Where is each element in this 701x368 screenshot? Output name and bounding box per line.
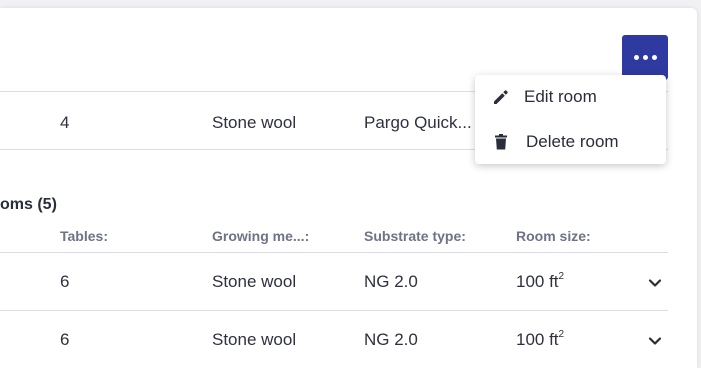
column-header-room-size: Room size: (516, 228, 591, 244)
row-room-size: 100 ft2 (516, 271, 565, 291)
unit-exponent: 2 (558, 329, 565, 341)
current-room-tables: 4 (60, 113, 70, 132)
unit-exponent: 2 (558, 271, 565, 283)
row-tables: 6 (60, 272, 70, 291)
rooms-card: 4 Stone wool Pargo Quick... oms (5) Tabl… (0, 8, 697, 368)
more-options-button[interactable] (622, 35, 668, 80)
pencil-icon (494, 90, 508, 104)
rooms-section-title: oms (5) (0, 196, 57, 213)
row-growing-medium: Stone wool (212, 272, 297, 291)
delete-room-menu-item[interactable]: Delete room (475, 120, 666, 164)
column-header-substrate-type: Substrate type: (364, 228, 466, 244)
edit-room-label: Edit room (524, 87, 597, 106)
row-substrate-type: NG 2.0 (364, 272, 418, 291)
trash-icon (495, 134, 507, 150)
room-actions-menu: Edit room Delete room (475, 75, 666, 164)
row-tables: 6 (60, 330, 70, 349)
ellipsis-horizontal-icon (632, 55, 659, 60)
delete-room-label: Delete room (526, 132, 619, 151)
column-header-growing-medium: Growing me...: (212, 228, 310, 244)
row-room-size: 100 ft2 (516, 329, 565, 349)
chevron-down-icon[interactable] (645, 331, 665, 351)
divider (0, 252, 668, 253)
edit-room-menu-item[interactable]: Edit room (475, 75, 666, 119)
divider (0, 310, 668, 311)
column-header-tables: Tables: (60, 228, 108, 244)
row-growing-medium: Stone wool (212, 330, 297, 349)
row-substrate-type: NG 2.0 (364, 330, 418, 349)
current-room-growing-medium: Stone wool (212, 113, 297, 132)
chevron-down-icon[interactable] (645, 273, 665, 293)
current-room-substrate-type: Pargo Quick... (364, 113, 472, 132)
